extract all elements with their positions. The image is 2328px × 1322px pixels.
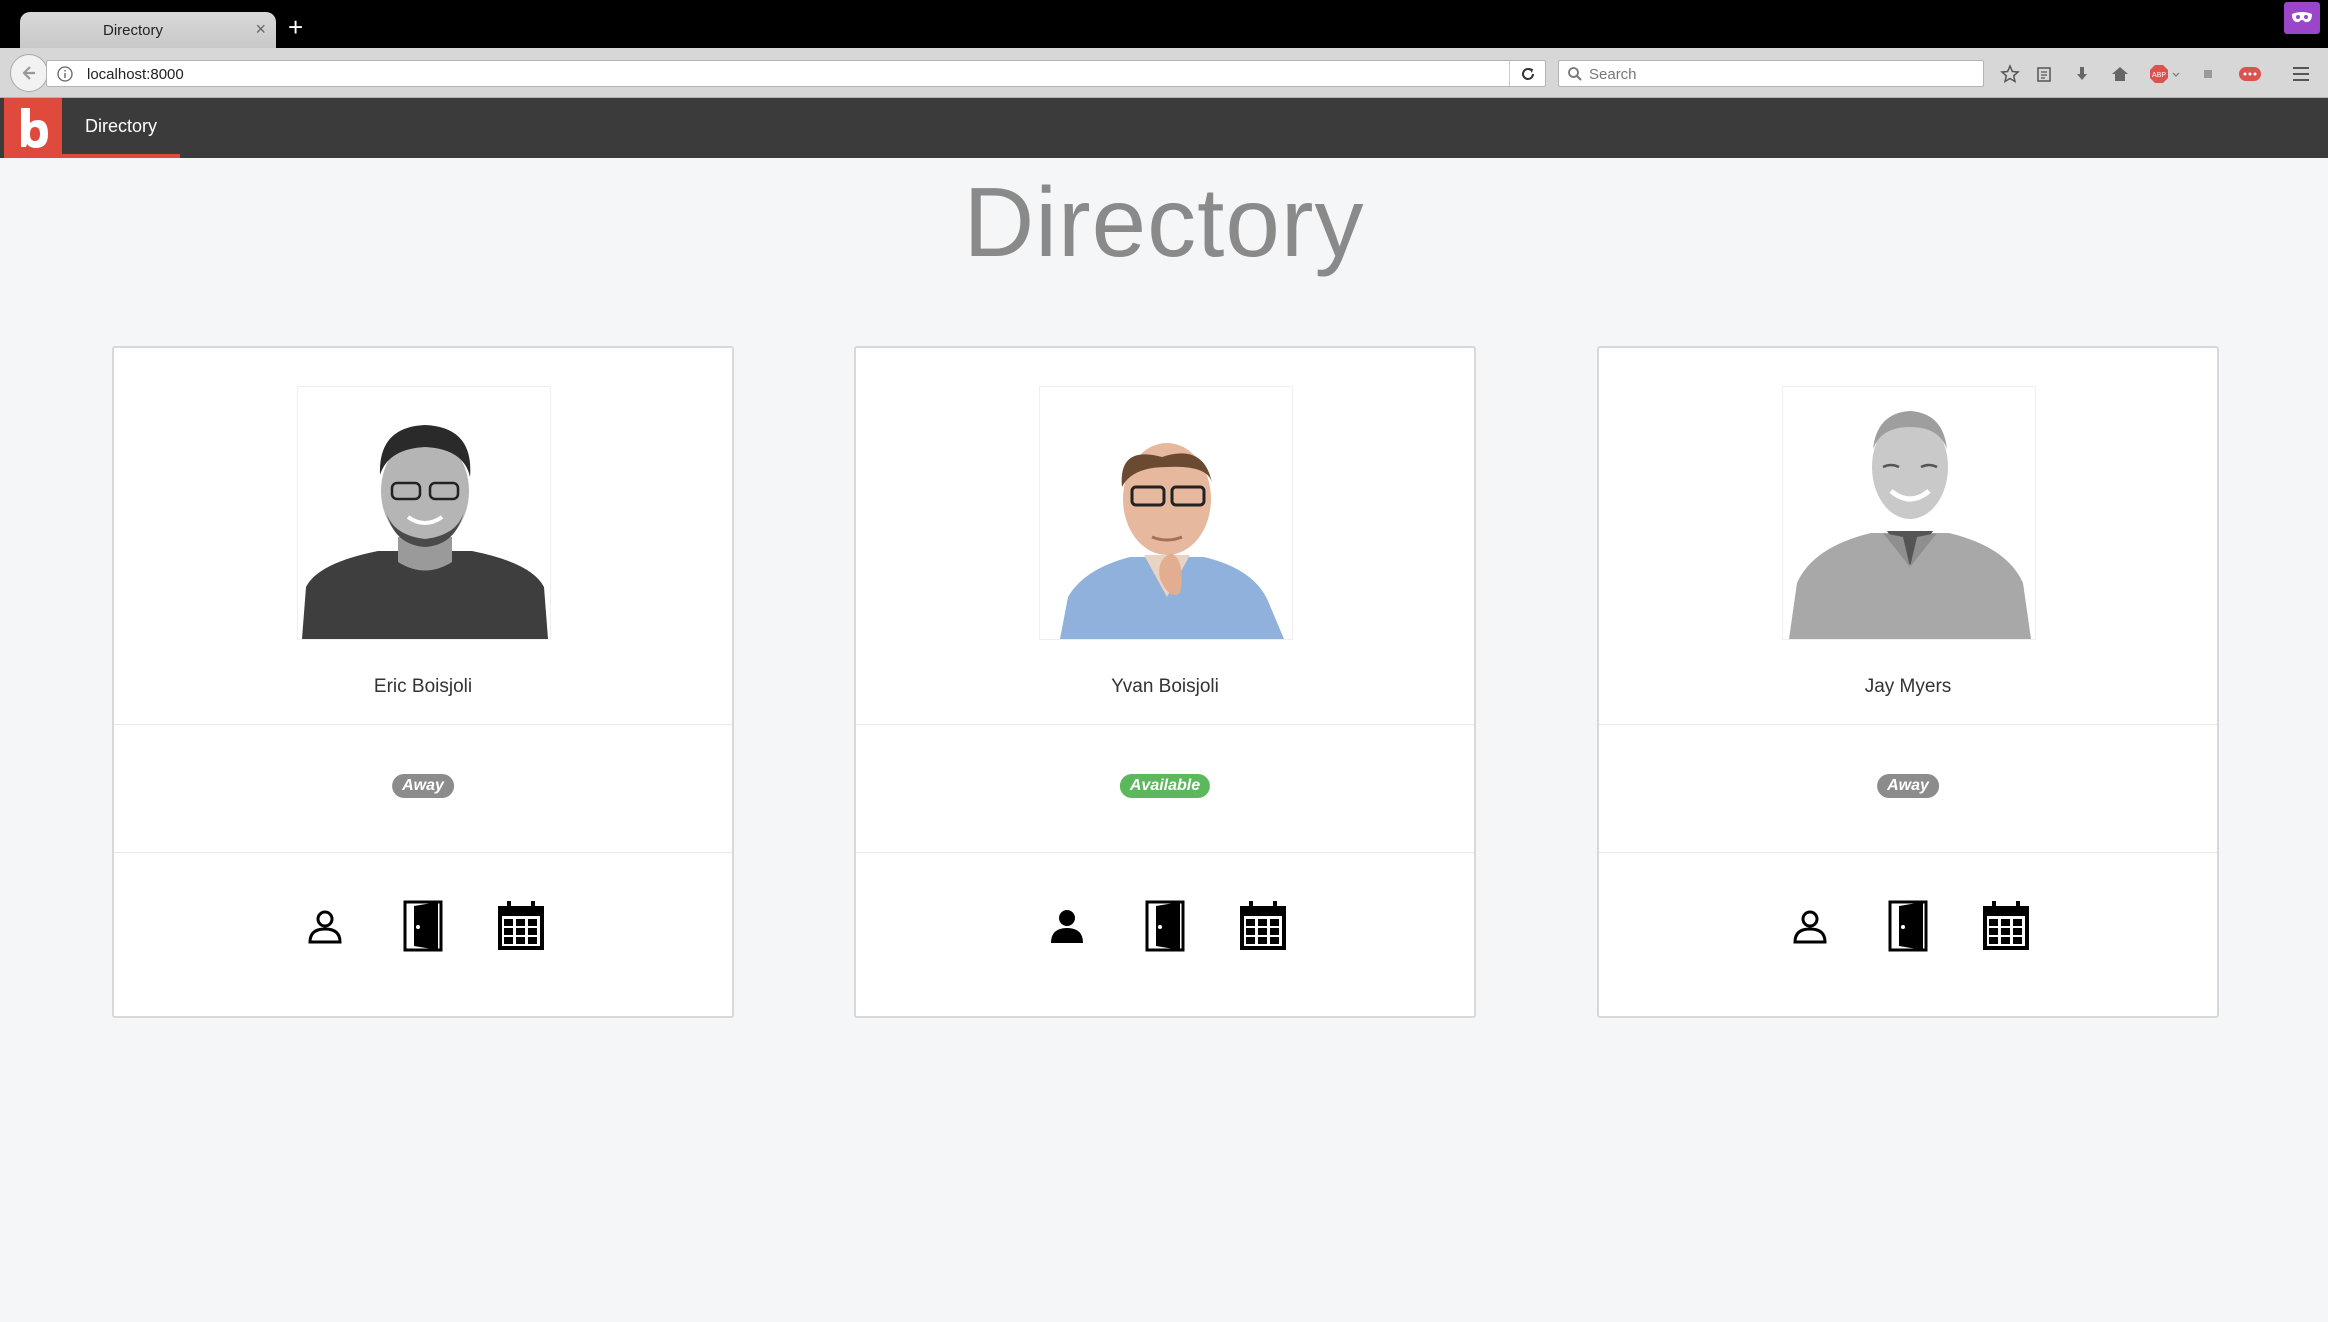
card-divider: [856, 852, 1474, 853]
hamburger-menu-icon[interactable]: [2289, 62, 2313, 86]
door-icon[interactable]: [397, 898, 449, 954]
card-divider: [114, 724, 732, 725]
bookmark-star-icon[interactable]: [1998, 62, 2022, 86]
card-divider: [856, 724, 1474, 725]
info-icon[interactable]: [57, 66, 73, 87]
status-badge: Away: [1877, 774, 1939, 798]
calendar-icon[interactable]: [495, 898, 547, 954]
address-bar[interactable]: localhost:8000: [46, 60, 1546, 87]
browser-toolbar: localhost:8000 Search ABP: [0, 48, 2328, 98]
browser-tab-strip: Directory × +: [0, 0, 2328, 48]
calendar-icon[interactable]: [1980, 898, 2032, 954]
status-badge: Away: [392, 774, 454, 798]
back-button[interactable]: [10, 54, 48, 92]
person-icon[interactable]: [1784, 898, 1836, 954]
person-name: Jay Myers: [1864, 676, 1952, 697]
person-card: Yvan Boisjoli Available: [854, 346, 1476, 1018]
url-text[interactable]: localhost:8000: [87, 66, 184, 83]
arrow-left-icon: [22, 66, 35, 80]
card-actions: [856, 898, 1474, 958]
search-icon: [1567, 66, 1583, 87]
person-name: Yvan Boisjoli: [1111, 676, 1219, 697]
door-icon[interactable]: [1882, 898, 1934, 954]
browser-tab[interactable]: Directory ×: [20, 12, 276, 48]
person-name: Eric Boisjoli: [373, 676, 473, 697]
b-logo-icon: [21, 108, 48, 148]
home-icon[interactable]: [2108, 62, 2132, 86]
reading-list-icon[interactable]: [2032, 62, 2056, 86]
card-divider: [114, 852, 732, 853]
avatar: [1782, 386, 2036, 640]
card-divider: [1599, 852, 2217, 853]
avatar: [1039, 386, 1293, 640]
page-title: Directory: [963, 167, 1365, 277]
door-icon[interactable]: [1139, 898, 1191, 954]
download-icon[interactable]: [2070, 62, 2094, 86]
person-card: Jay Myers Away: [1597, 346, 2219, 1018]
search-bar[interactable]: Search: [1558, 60, 1984, 87]
person-icon[interactable]: [1041, 898, 1093, 954]
app-header: Directory: [0, 98, 2328, 158]
card-actions: [114, 898, 732, 958]
calendar-icon[interactable]: [1237, 898, 1289, 954]
tab-title: Directory: [102, 22, 163, 39]
svg-text:ABP: ABP: [2152, 72, 2166, 79]
person-card: Eric Boisjoli Away: [112, 346, 734, 1018]
card-divider: [1599, 724, 2217, 725]
search-placeholder[interactable]: Search: [1589, 66, 1637, 83]
adblock-icon[interactable]: ABP: [2148, 62, 2182, 86]
nav-tab-label: Directory: [84, 115, 157, 136]
status-badge: Available: [1119, 774, 1211, 798]
reload-icon: [1521, 67, 1534, 80]
brand-logo[interactable]: [4, 98, 62, 158]
more-extensions-icon[interactable]: [2238, 62, 2262, 86]
nav-tab-directory[interactable]: Directory: [62, 98, 180, 158]
extension-icon[interactable]: [2196, 62, 2220, 86]
avatar: [297, 386, 551, 640]
person-icon[interactable]: [299, 898, 351, 954]
private-browsing-icon[interactable]: [2284, 2, 2320, 34]
new-tab-button[interactable]: +: [288, 14, 303, 40]
tab-close-icon[interactable]: ×: [255, 19, 266, 40]
reload-button[interactable]: [1509, 61, 1545, 86]
card-actions: [1599, 898, 2217, 958]
